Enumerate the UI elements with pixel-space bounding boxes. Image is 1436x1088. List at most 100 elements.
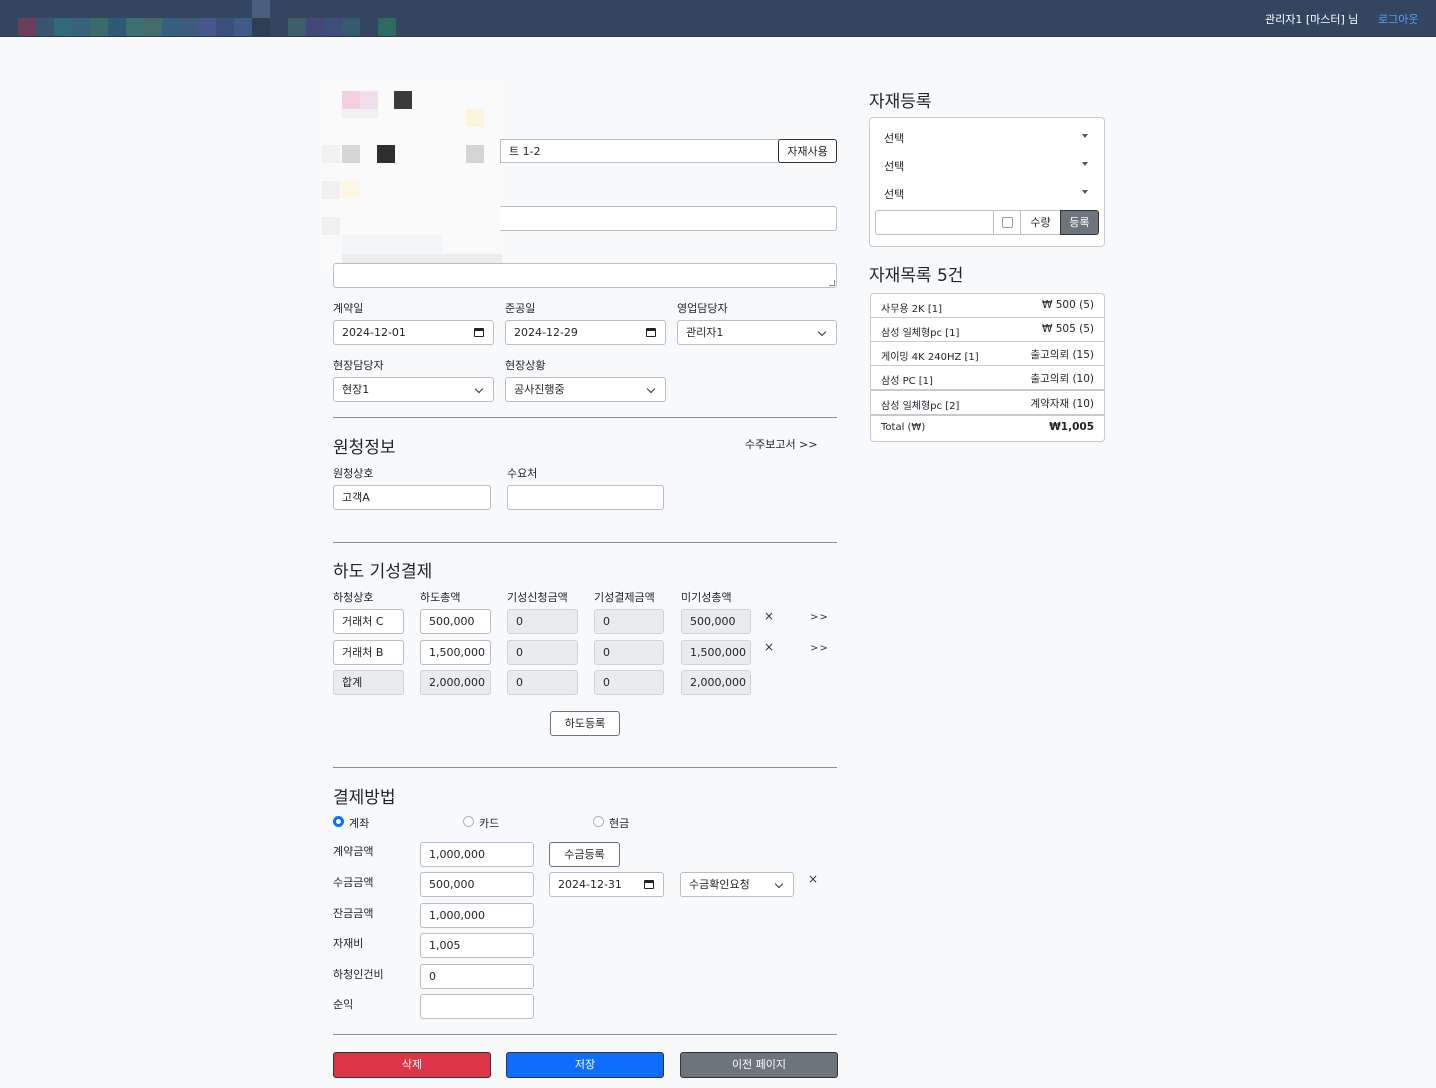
column-header: 하도총액	[420, 591, 461, 604]
sales-manager-select[interactable]: 관리자1	[677, 320, 837, 345]
profit-label: 순익	[333, 998, 354, 1011]
blurred-logo-block	[18, 18, 36, 36]
radio-card[interactable]	[463, 816, 474, 827]
column-header: 기성신청금액	[507, 591, 568, 604]
requested-amount: 0	[507, 609, 578, 634]
receipt-register-button[interactable]: 수금등록	[549, 842, 620, 867]
user-name: 관리자1 [마스터] 님	[1265, 13, 1359, 26]
balance-input[interactable]: 1,000,000	[420, 903, 534, 928]
back-button[interactable]: 이전 페이지	[680, 1052, 838, 1078]
remove-receipt-icon[interactable]: ×	[808, 872, 818, 886]
logout-link[interactable]: 로그아웃	[1378, 11, 1418, 27]
received-status-select[interactable]: 수금확인요청	[680, 872, 794, 897]
blurred-logo-block	[36, 18, 54, 36]
calendar-icon[interactable]	[474, 328, 484, 337]
calendar-icon[interactable]	[644, 880, 654, 889]
material-list-item: 삼성 PC [1] 출고의뢰 (10)	[870, 365, 1105, 390]
material-select-1[interactable]: 선택	[876, 123, 1098, 149]
form-input-blurred[interactable]	[500, 206, 837, 231]
divider	[333, 1034, 837, 1035]
subcontractor-name-input[interactable]: 거래처 B	[333, 640, 404, 665]
client-company-input[interactable]: 고객A	[333, 485, 491, 510]
material-checkbox[interactable]	[1002, 217, 1013, 228]
contract-amount-input[interactable]: 1,000,000	[420, 842, 534, 867]
material-select-value: 선택	[884, 160, 905, 173]
blurred-logo-block	[108, 18, 126, 36]
contract-amount-label: 계약금액	[333, 845, 374, 858]
blurred-logo-block	[126, 18, 144, 36]
material-item-value: ₩ 505 (5)	[1042, 323, 1094, 335]
subcontract-total-input[interactable]: 500,000	[420, 609, 491, 634]
orderer-input[interactable]	[507, 485, 664, 510]
material-select-3[interactable]: 선택	[876, 179, 1098, 205]
remove-row-icon[interactable]: ×	[764, 640, 774, 654]
received-date-input[interactable]: 2024-12-31	[549, 872, 664, 897]
client-section-title: 원청정보	[333, 438, 396, 458]
radio-account-label: 계좌	[349, 817, 370, 830]
subcontract-register-button[interactable]: 하도등록	[550, 711, 620, 736]
completion-date-input[interactable]: 2024-12-29	[505, 320, 666, 345]
save-button[interactable]: 저장	[506, 1052, 664, 1078]
material-list-title: 자재목록 5건	[869, 266, 964, 286]
site-manager-select[interactable]: 현장1	[333, 377, 494, 402]
total-value: ₩1,005	[1049, 421, 1094, 433]
client-company-label: 원청상호	[333, 467, 374, 480]
site-manager-label: 현장담당자	[333, 359, 384, 372]
material-list-item: 게이밍 4K 240HZ [1] 출고의뢰 (15)	[870, 341, 1105, 366]
site-status-select[interactable]: 공사진행중	[505, 377, 666, 402]
blurred-logo-block	[198, 18, 216, 36]
material-qty-input[interactable]	[875, 210, 994, 235]
material-cost-input[interactable]: 1,005	[420, 933, 534, 958]
address-input[interactable]: 트 1-2	[500, 139, 780, 163]
contract-date-value: 2024-12-01	[342, 326, 406, 339]
column-header: 기성결제금액	[594, 591, 655, 604]
received-date-value: 2024-12-31	[558, 878, 622, 891]
profit-input[interactable]	[420, 994, 534, 1019]
subcontract-total-input[interactable]: 1,500,000	[420, 640, 491, 665]
site-status-label: 현장상황	[505, 359, 546, 372]
column-header: 미기성총액	[681, 591, 732, 604]
blurred-logo-block	[378, 18, 396, 36]
blurred-logo-block	[90, 18, 108, 36]
completion-date-value: 2024-12-29	[514, 326, 578, 339]
row-detail-link[interactable]: >>	[810, 643, 829, 654]
blurred-logo-block	[180, 18, 198, 36]
material-register-button[interactable]: 등록	[1060, 210, 1099, 235]
radio-cash-label: 현금	[609, 817, 630, 830]
labor-cost-input[interactable]: 0	[420, 964, 534, 989]
blurred-logo-block	[306, 18, 324, 36]
material-use-button[interactable]: 자재사용	[778, 139, 837, 163]
sum-label: 합계	[333, 670, 404, 695]
blurred-logo-block	[72, 18, 90, 36]
remove-row-icon[interactable]: ×	[764, 609, 774, 623]
row-detail-link[interactable]: >>	[810, 612, 829, 623]
material-select-value: 선택	[884, 188, 905, 201]
material-register-title: 자재등록	[869, 92, 932, 112]
paid-amount: 0	[594, 640, 664, 665]
material-list-total: Total (₩) ₩1,005	[870, 415, 1105, 442]
subcontract-section-title: 하도 기성결제	[333, 562, 433, 582]
blurred-logo-block	[144, 18, 162, 36]
remaining-amount: 500,000	[681, 609, 751, 634]
radio-cash[interactable]	[593, 816, 604, 827]
subcontractor-name-input[interactable]: 거래처 C	[333, 609, 404, 634]
contract-date-input[interactable]: 2024-12-01	[333, 320, 494, 345]
sum-requested: 0	[507, 670, 578, 695]
blurred-logo-block	[324, 18, 342, 36]
material-select-2[interactable]: 선택	[876, 151, 1098, 177]
material-item-value: 계약자재 (10)	[1030, 398, 1094, 410]
material-item-name: 삼성 일체형pc [1]	[881, 328, 960, 339]
material-item-value: 출고의뢰 (15)	[1030, 349, 1094, 361]
material-checkbox-wrap	[993, 210, 1021, 235]
calendar-icon[interactable]	[646, 328, 656, 337]
delete-button[interactable]: 삭제	[333, 1052, 491, 1078]
radio-account[interactable]	[333, 816, 344, 827]
blurred-logo-block	[342, 18, 360, 36]
balance-label: 잔금금액	[333, 907, 374, 920]
sum-remaining: 2,000,000	[681, 670, 751, 695]
memo-textarea[interactable]	[333, 263, 837, 288]
blurred-logo-block	[234, 18, 252, 36]
received-amount-input[interactable]: 500,000	[420, 872, 534, 897]
order-report-link[interactable]: 수주보고서 >>	[745, 436, 818, 452]
radio-card-label: 카드	[479, 817, 500, 830]
